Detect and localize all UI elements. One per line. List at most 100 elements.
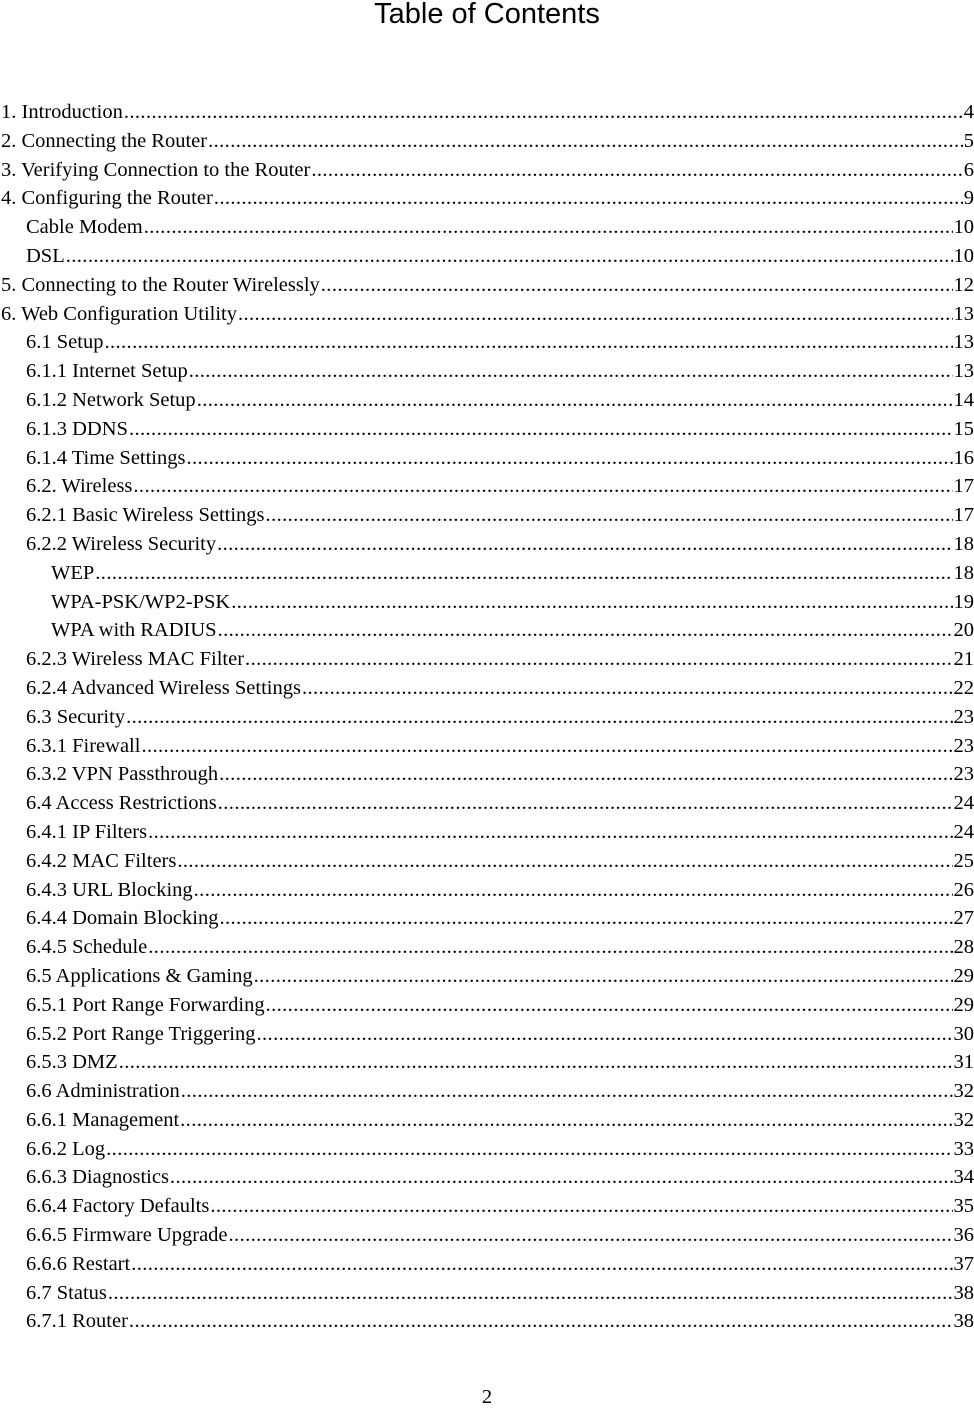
toc-dot-leader [177, 847, 952, 876]
toc-entry-label: 6.6.3 Diagnostics [26, 1166, 169, 1189]
toc-dot-leader [210, 1192, 952, 1221]
toc-entry-page-number: 5 [963, 129, 974, 152]
toc-entry[interactable]: 6.5.2 Port Range Triggering 30 [1, 1020, 974, 1049]
toc-entry[interactable]: 6.7 Status 38 [1, 1279, 974, 1308]
table-of-contents: 1. Introduction 4 2. Connecting the Rout… [1, 98, 974, 1336]
toc-entry[interactable]: 6.4.4 Domain Blocking 27 [1, 904, 974, 933]
toc-dot-leader [126, 703, 952, 732]
toc-entry[interactable]: WPA-PSK/WP2-PSK 19 [1, 588, 974, 617]
toc-entry[interactable]: 6.1.4 Time Settings 16 [1, 444, 974, 473]
toc-entry-label: 6.2.3 Wireless MAC Filter [26, 648, 245, 671]
toc-entry-label: 6.5.2 Port Range Triggering [26, 1022, 256, 1045]
toc-dot-leader [245, 645, 952, 674]
toc-entry[interactable]: 6.4.5 Schedule 28 [1, 933, 974, 962]
toc-entry[interactable]: 6.2.1 Basic Wireless Settings 17 [1, 501, 974, 530]
toc-entry[interactable]: 6.6 Administration 32 [1, 1077, 974, 1106]
toc-entry-page-number: 12 [953, 273, 974, 296]
toc-entry-label: 6.6.1 Management [26, 1108, 180, 1131]
toc-dot-leader [144, 213, 953, 242]
toc-entry[interactable]: 6.7.1 Router 38 [1, 1307, 974, 1336]
toc-entry-page-number: 25 [953, 849, 974, 872]
toc-dot-leader [217, 530, 952, 559]
toc-dot-leader [148, 933, 952, 962]
toc-entry-page-number: 22 [953, 676, 974, 699]
toc-entry[interactable]: 6.4.3 URL Blocking 26 [1, 876, 974, 905]
toc-entry[interactable]: DSL 10 [1, 242, 974, 271]
toc-entry[interactable]: 6.5.1 Port Range Forwarding 29 [1, 991, 974, 1020]
toc-entry[interactable]: Cable Modem 10 [1, 213, 974, 242]
toc-entry[interactable]: 6.6.6 Restart 37 [1, 1250, 974, 1279]
toc-entry[interactable]: 6.4.1 IP Filters 24 [1, 818, 974, 847]
toc-dot-leader [119, 1048, 953, 1077]
toc-entry-page-number: 29 [953, 993, 974, 1016]
toc-entry[interactable]: WEP 18 [1, 559, 974, 588]
toc-entry-page-number: 32 [953, 1080, 974, 1103]
toc-dot-leader [194, 876, 953, 905]
toc-entry-page-number: 10 [953, 244, 974, 267]
toc-dot-leader [219, 760, 952, 789]
toc-entry-page-number: 35 [953, 1195, 974, 1218]
toc-entry[interactable]: 6.6.2 Log 33 [1, 1135, 974, 1164]
toc-entry-label: 6.4.3 URL Blocking [26, 878, 193, 901]
toc-entry-page-number: 17 [953, 504, 974, 527]
toc-dot-leader [218, 616, 953, 645]
toc-entry[interactable]: 6.1 Setup 13 [1, 328, 974, 357]
toc-entry-label: Cable Modem [26, 216, 143, 239]
toc-entry-label: WPA with RADIUS [51, 619, 217, 642]
toc-entry-label: 3. Verifying Connection to the Router [1, 158, 311, 181]
toc-entry-label: 2. Connecting the Router [1, 129, 208, 152]
toc-entry-label: 1. Introduction [1, 101, 123, 123]
toc-dot-leader [133, 472, 952, 501]
toc-dot-leader [148, 818, 952, 847]
toc-entry-label: DSL [26, 244, 65, 267]
toc-entry-page-number: 28 [953, 936, 974, 959]
toc-entry[interactable]: 6.4.2 MAC Filters 25 [1, 847, 974, 876]
toc-entry-label: 6.6.5 Firmware Upgrade [26, 1224, 228, 1247]
toc-entry[interactable]: 6.6.5 Firmware Upgrade 36 [1, 1221, 974, 1250]
toc-entry[interactable]: 6.6.4 Factory Defaults 35 [1, 1192, 974, 1221]
toc-entry[interactable]: 6.2. Wireless 17 [1, 472, 974, 501]
toc-entry[interactable]: 6.1.2 Network Setup 14 [1, 386, 974, 415]
toc-entry[interactable]: 6.2.2 Wireless Security 18 [1, 530, 974, 559]
toc-entry[interactable]: 3. Verifying Connection to the Router 6 [1, 156, 974, 185]
toc-entry-page-number: 13 [953, 302, 974, 325]
toc-entry[interactable]: 6.3 Security 23 [1, 703, 974, 732]
toc-entry[interactable]: 6.4 Access Restrictions 24 [1, 789, 974, 818]
toc-entry-label: 6.4.4 Domain Blocking [26, 907, 219, 930]
toc-entry[interactable]: 6.5 Applications & Gaming 29 [1, 962, 974, 991]
toc-entry-page-number: 30 [953, 1022, 974, 1045]
toc-entry[interactable]: 6.1.3 DDNS 15 [1, 415, 974, 444]
toc-entry[interactable]: 1. Introduction 4 [1, 98, 974, 127]
toc-entry[interactable]: 6.1.1 Internet Setup 13 [1, 357, 974, 386]
toc-entry-page-number: 31 [953, 1051, 974, 1074]
toc-entry-label: 6.1.3 DDNS [26, 417, 128, 440]
toc-entry[interactable]: WPA with RADIUS 20 [1, 616, 974, 645]
toc-entry[interactable]: 6.2.3 Wireless MAC Filter 21 [1, 645, 974, 674]
toc-entry[interactable]: 6. Web Configuration Utility 13 [1, 300, 974, 329]
toc-entry[interactable]: 6.6.1 Management 32 [1, 1106, 974, 1135]
toc-dot-leader [321, 271, 953, 300]
toc-entry-page-number: 15 [953, 417, 974, 440]
toc-entry-label: 6.6.6 Restart [26, 1252, 131, 1275]
toc-entry[interactable]: 5. Connecting to the Router Wirelessly 1… [1, 271, 974, 300]
toc-dot-leader [238, 300, 953, 329]
toc-entry[interactable]: 6.3.2 VPN Passthrough 23 [1, 760, 974, 789]
toc-entry-label: 6.6.2 Log [26, 1137, 106, 1160]
toc-entry-label: 6.1.4 Time Settings [26, 446, 186, 469]
toc-entry-label: 6.2.2 Wireless Security [26, 532, 217, 555]
toc-entry[interactable]: 2. Connecting the Router 5 [1, 127, 974, 156]
toc-entry[interactable]: 6.5.3 DMZ 31 [1, 1048, 974, 1077]
toc-entry-label: 6.1.1 Internet Setup [26, 360, 188, 383]
toc-entry-page-number: 16 [953, 446, 974, 469]
toc-dot-leader [302, 674, 953, 703]
toc-dot-leader [254, 962, 953, 991]
toc-entry[interactable]: 6.6.3 Diagnostics 34 [1, 1163, 974, 1192]
toc-entry-page-number: 6 [963, 158, 974, 181]
toc-entry-label: 6.4 Access Restrictions [26, 792, 217, 815]
toc-entry-page-number: 10 [953, 216, 974, 239]
toc-entry-page-number: 18 [953, 532, 974, 555]
toc-entry[interactable]: 6.2.4 Advanced Wireless Settings 22 [1, 674, 974, 703]
toc-entry[interactable]: 6.3.1 Firewall 23 [1, 732, 974, 761]
toc-dot-leader [214, 184, 963, 213]
toc-entry[interactable]: 4. Configuring the Router 9 [1, 184, 974, 213]
